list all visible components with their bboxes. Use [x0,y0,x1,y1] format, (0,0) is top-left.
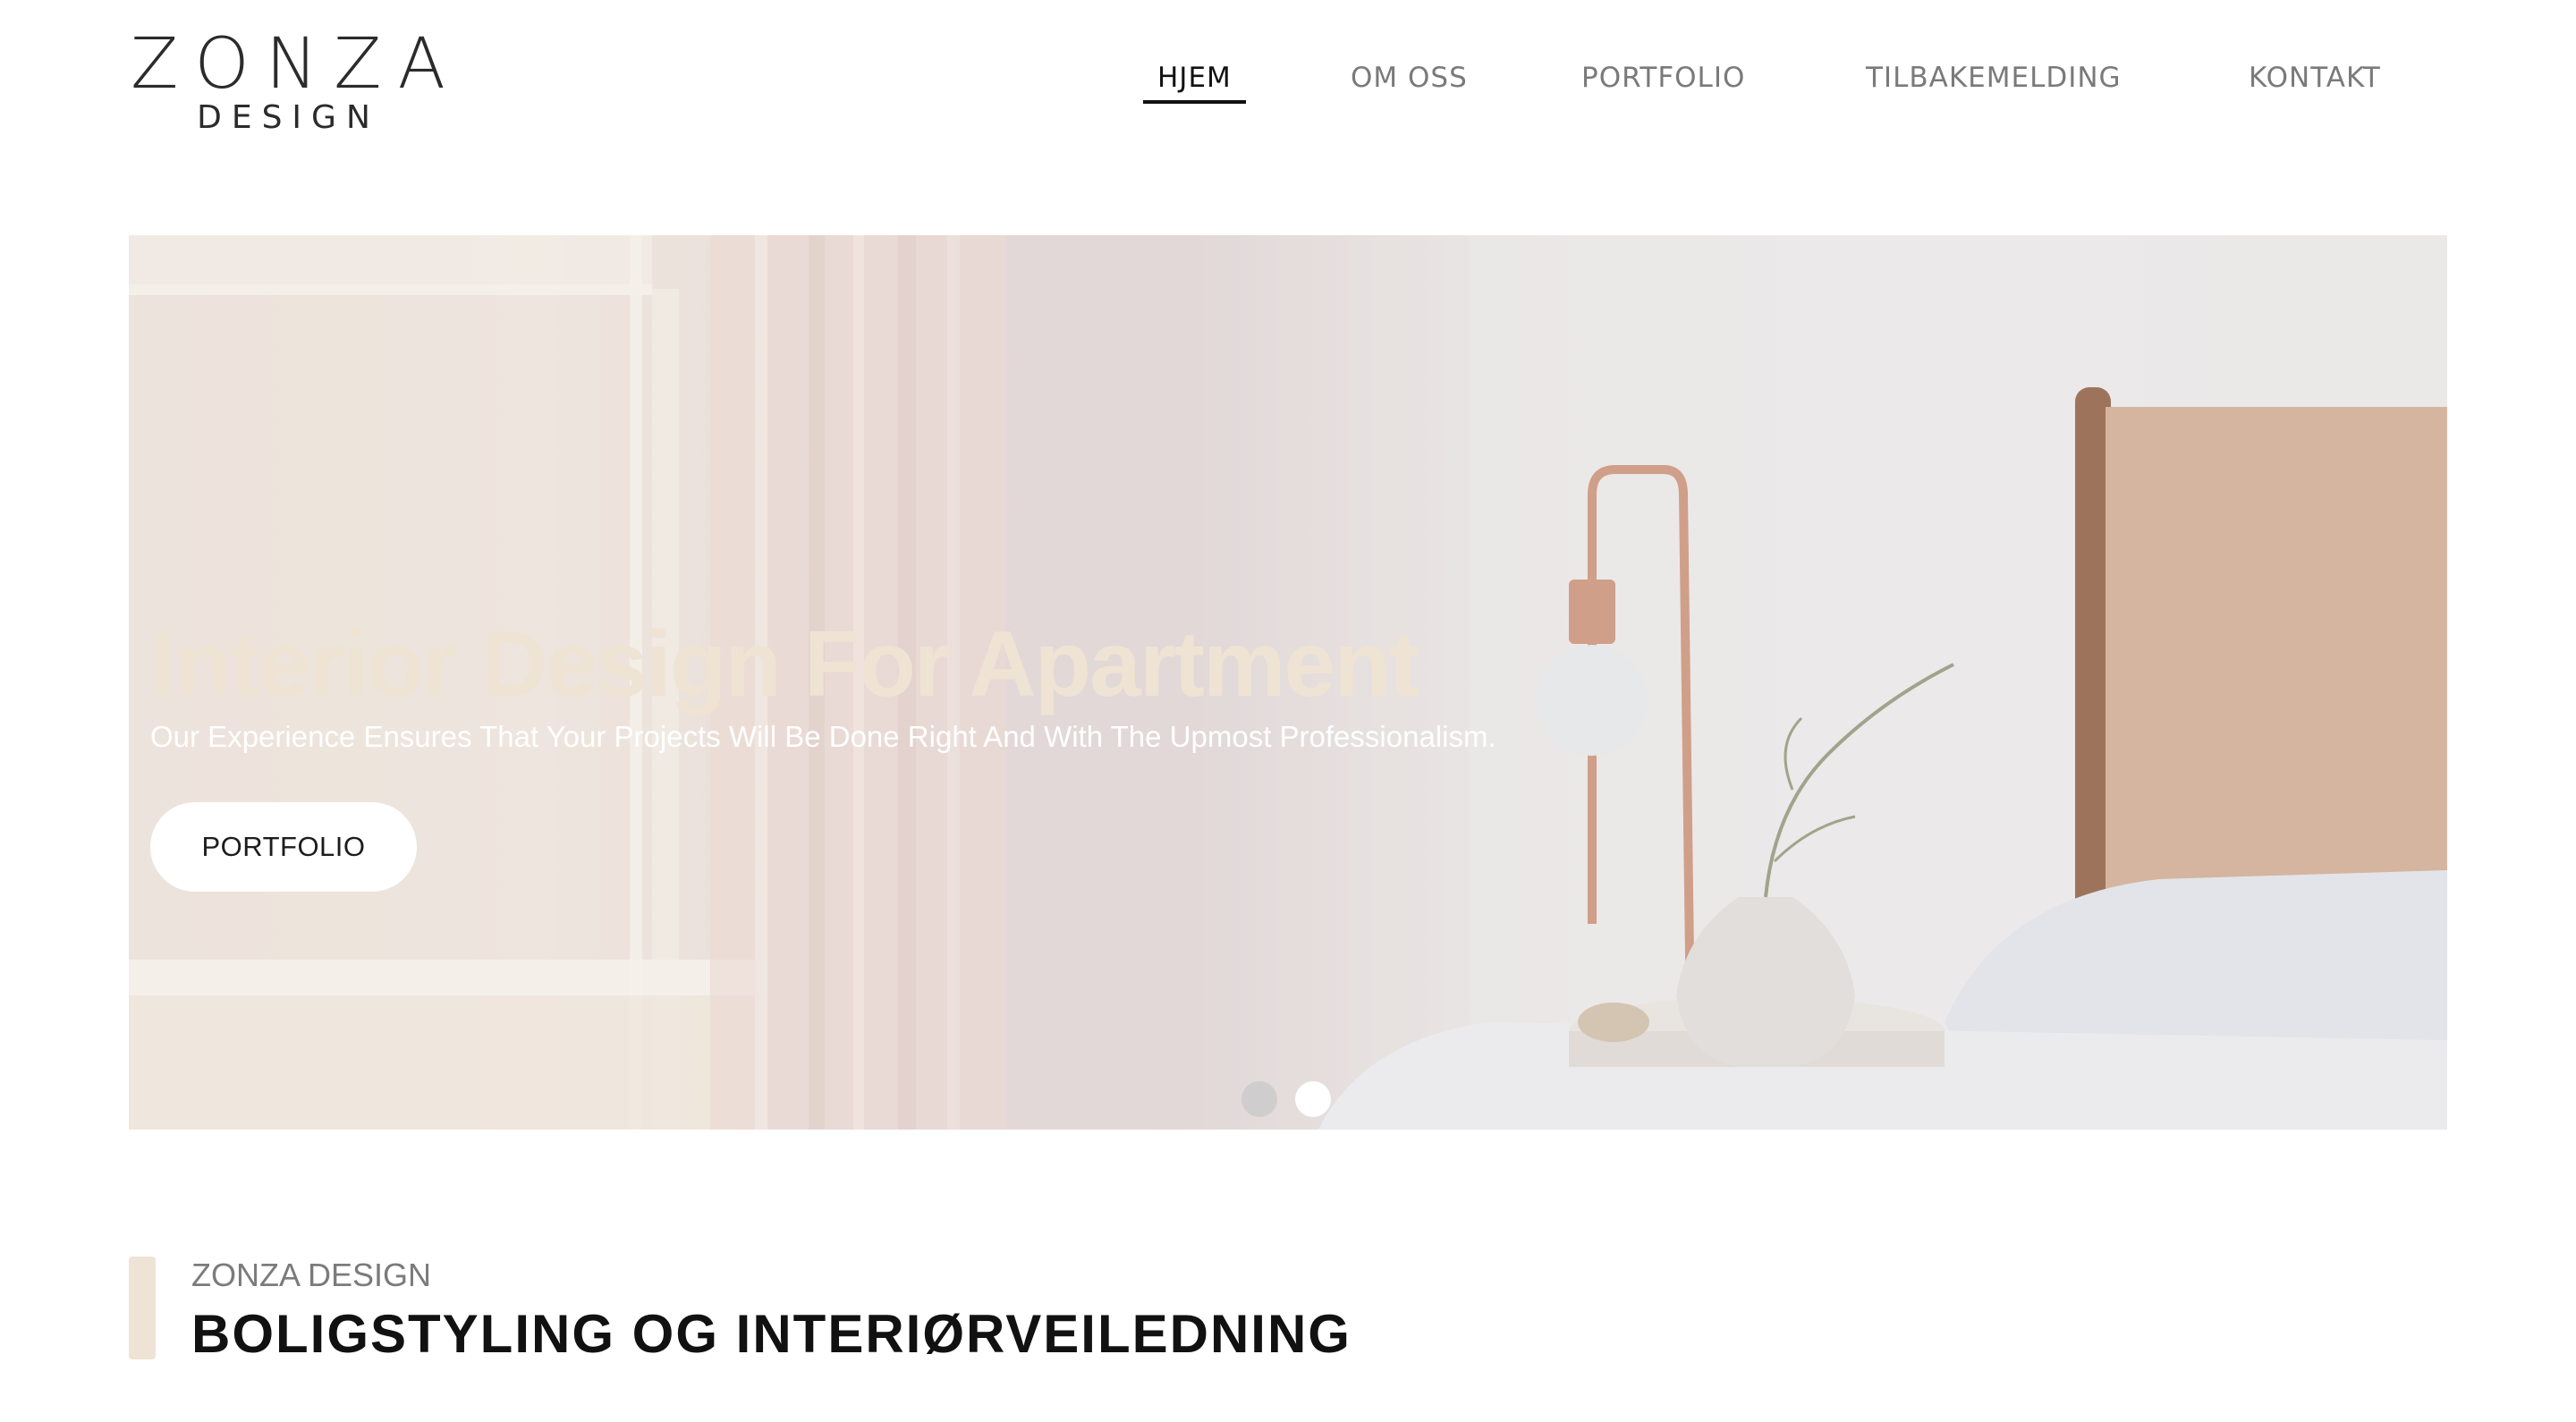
main-nav: HJEM OM OSS PORTFOLIO TILBAKEMELDING KON… [0,55,2576,104]
nav-item-tilbakemelding[interactable]: TILBAKEMELDING [1866,55,2122,100]
slider-dot-2-active[interactable] [1295,1081,1331,1117]
portfolio-button[interactable]: PORTFOLIO [150,802,417,892]
section-heading: BOLIGSTYLING OG INTERIØRVEILEDNING [191,1304,1352,1364]
slider-dot-1[interactable] [1241,1081,1277,1117]
section-kicker: ZONZA DESIGN [191,1257,432,1293]
nav-item-om-oss[interactable]: OM OSS [1351,55,1468,100]
hero-slider: Interior Design For Apartment Our Experi… [129,235,2447,1130]
nav-item-hjem[interactable]: HJEM [1143,55,1246,104]
hero-subtitle: Our Experience Ensures That Your Project… [150,720,1496,753]
section-accent-bar [129,1257,156,1359]
logo-subtitle: DESIGN [197,99,380,136]
nav-item-portfolio[interactable]: PORTFOLIO [1581,55,1745,100]
page: ZONZA DESIGN HJEM OM OSS PORTFOLIO TILBA… [0,0,2576,1422]
nav-item-kontakt[interactable]: KONTAKT [2249,55,2381,100]
